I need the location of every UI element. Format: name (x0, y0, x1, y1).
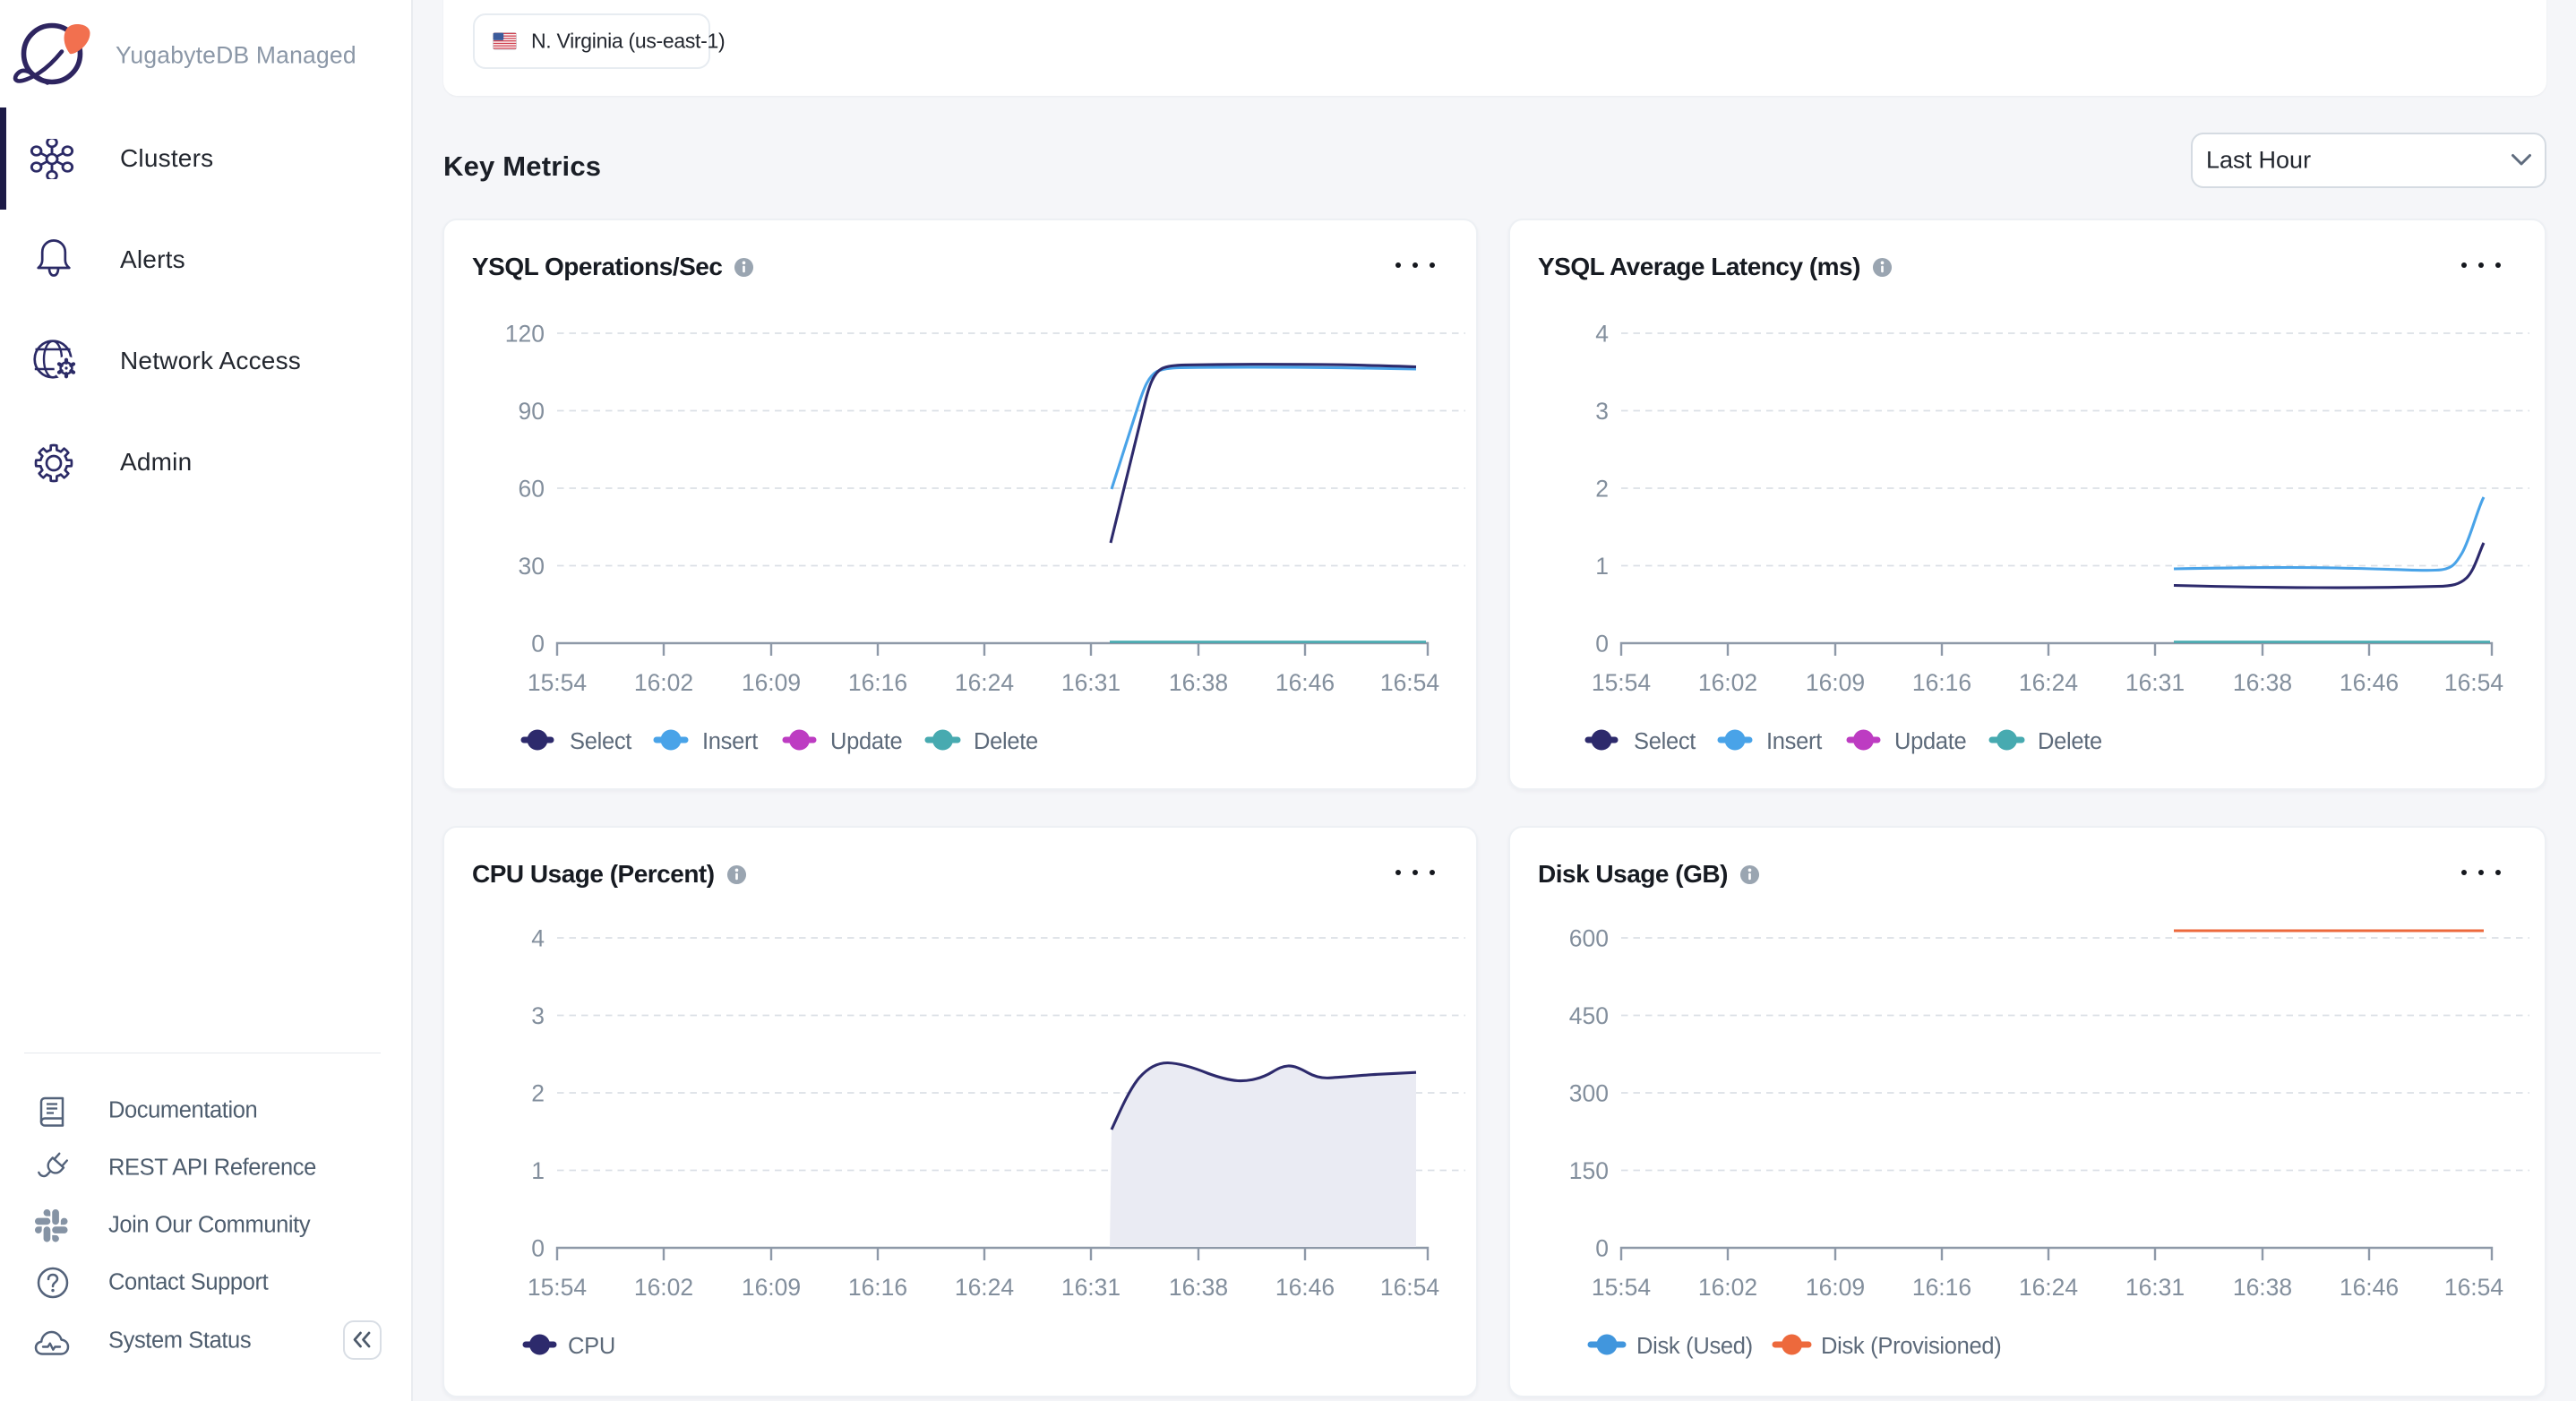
svg-text:Disk (Used): Disk (Used) (1636, 1334, 1753, 1359)
svg-text:15:54: 15:54 (1592, 669, 1651, 696)
svg-text:16:54: 16:54 (2444, 669, 2503, 696)
svg-text:15:54: 15:54 (528, 669, 587, 696)
svg-text:Insert: Insert (702, 729, 758, 754)
svg-text:Select: Select (570, 729, 631, 754)
svg-text:0: 0 (531, 631, 545, 658)
svg-text:16:46: 16:46 (1275, 1274, 1335, 1301)
svg-text:16:24: 16:24 (2019, 1274, 2078, 1301)
svg-text:Select: Select (1634, 729, 1696, 754)
svg-text:Update: Update (1894, 729, 1967, 754)
svg-text:16:31: 16:31 (2125, 1274, 2185, 1301)
svg-text:2: 2 (531, 1080, 545, 1107)
svg-text:0: 0 (1595, 1235, 1609, 1262)
svg-text:Insert: Insert (1766, 729, 1822, 754)
svg-text:150: 150 (1569, 1157, 1609, 1184)
svg-text:Delete: Delete (974, 729, 1038, 754)
svg-text:16:54: 16:54 (2444, 1274, 2503, 1301)
svg-text:15:54: 15:54 (528, 1274, 587, 1301)
svg-text:16:16: 16:16 (1912, 669, 1971, 696)
svg-text:1: 1 (531, 1157, 545, 1184)
svg-text:16:38: 16:38 (1169, 669, 1228, 696)
svg-text:Disk (Provisioned): Disk (Provisioned) (1821, 1334, 2002, 1359)
svg-text:Update: Update (830, 729, 903, 754)
svg-text:0: 0 (1595, 631, 1609, 658)
svg-text:16:38: 16:38 (2233, 669, 2292, 696)
svg-text:90: 90 (519, 398, 545, 425)
svg-text:16:46: 16:46 (1275, 669, 1335, 696)
svg-text:4: 4 (1595, 321, 1609, 348)
svg-text:16:31: 16:31 (1061, 1274, 1121, 1301)
svg-text:16:46: 16:46 (2340, 669, 2399, 696)
svg-text:16:31: 16:31 (2125, 669, 2185, 696)
svg-text:450: 450 (1569, 1002, 1609, 1029)
svg-text:0: 0 (531, 1235, 545, 1262)
svg-text:16:24: 16:24 (2019, 669, 2078, 696)
svg-text:15:54: 15:54 (1592, 1274, 1651, 1301)
svg-text:16:02: 16:02 (634, 1274, 693, 1301)
svg-text:16:16: 16:16 (848, 669, 907, 696)
svg-text:16:09: 16:09 (1806, 669, 1865, 696)
svg-text:16:46: 16:46 (2340, 1274, 2399, 1301)
svg-text:16:02: 16:02 (1698, 669, 1757, 696)
svg-text:600: 600 (1569, 925, 1609, 952)
svg-text:2: 2 (1595, 476, 1609, 503)
svg-text:3: 3 (531, 1002, 545, 1029)
svg-text:16:38: 16:38 (1169, 1274, 1228, 1301)
svg-text:16:02: 16:02 (634, 669, 693, 696)
svg-text:16:16: 16:16 (848, 1274, 907, 1301)
svg-text:16:09: 16:09 (742, 1274, 801, 1301)
svg-text:16:09: 16:09 (1806, 1274, 1865, 1301)
svg-text:16:38: 16:38 (2233, 1274, 2292, 1301)
svg-text:CPU: CPU (568, 1334, 615, 1359)
svg-text:300: 300 (1569, 1080, 1609, 1107)
svg-text:16:02: 16:02 (1698, 1274, 1757, 1301)
svg-text:16:24: 16:24 (955, 669, 1014, 696)
svg-text:16:54: 16:54 (1380, 1274, 1439, 1301)
svg-text:4: 4 (531, 925, 545, 952)
svg-text:16:16: 16:16 (1912, 1274, 1971, 1301)
svg-text:30: 30 (519, 553, 545, 580)
svg-text:120: 120 (505, 321, 545, 348)
svg-text:16:31: 16:31 (1061, 669, 1121, 696)
svg-text:3: 3 (1595, 398, 1609, 425)
svg-text:60: 60 (519, 476, 545, 503)
svg-text:16:09: 16:09 (742, 669, 801, 696)
svg-text:1: 1 (1595, 553, 1609, 580)
svg-text:16:24: 16:24 (955, 1274, 1014, 1301)
svg-text:Delete: Delete (2038, 729, 2102, 754)
svg-text:16:54: 16:54 (1380, 669, 1439, 696)
